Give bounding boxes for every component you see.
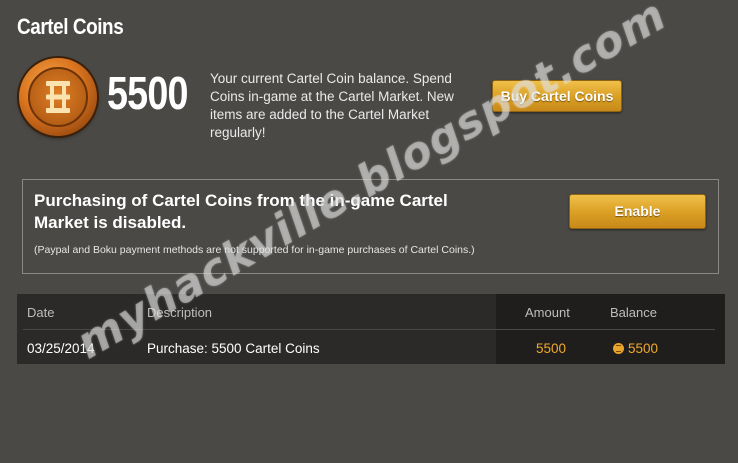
- header-date: Date: [27, 305, 55, 320]
- cartel-coin-icon: [19, 58, 97, 136]
- header-amount: Amount: [525, 305, 570, 320]
- row-balance: 5500: [613, 341, 658, 356]
- coin-mini-icon: [613, 343, 624, 354]
- row-description: Purchase: 5500 Cartel Coins: [147, 341, 320, 356]
- row-balance-value: 5500: [628, 341, 659, 356]
- header-balance: Balance: [610, 305, 657, 320]
- row-amount: 5500: [536, 341, 567, 356]
- page-title: Cartel Coins: [17, 14, 124, 39]
- enable-button[interactable]: Enable: [569, 194, 706, 229]
- coin-balance: 5500: [107, 67, 188, 119]
- cartel-coin-emblem: [46, 81, 70, 113]
